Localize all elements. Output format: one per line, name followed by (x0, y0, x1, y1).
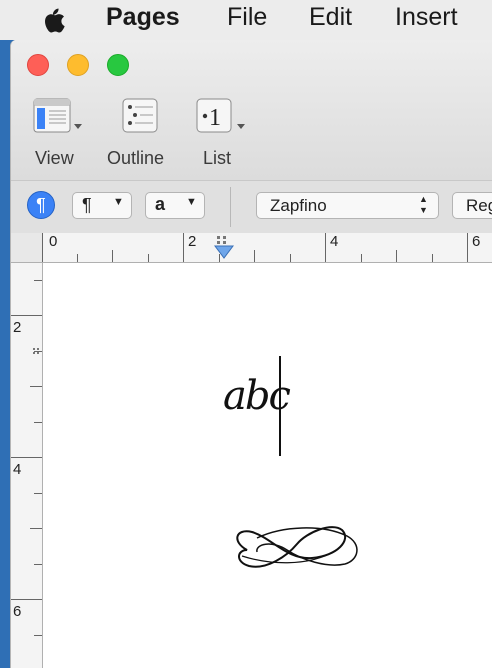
format-bar: ¶ ¶ ▼ a ▼ Zapfino ▲▼ Reg (11, 180, 492, 234)
character-style-popup[interactable]: a ▼ (145, 192, 205, 219)
title-bar: View Outline 1 List (11, 40, 492, 180)
toolbar-divider (230, 187, 231, 227)
ruler-major-tick (183, 233, 184, 262)
ruler-minor-tick (34, 280, 42, 281)
character-style-value: a (155, 194, 166, 214)
ruler-minor-tick (361, 254, 362, 262)
typeface-popup[interactable]: Reg (452, 192, 492, 219)
ruler-minor-tick (254, 250, 255, 262)
ruler-major-tick (325, 233, 326, 262)
paragraph-style-value: ¶ (82, 195, 92, 215)
chevron-down-icon: ▼ (186, 196, 197, 208)
ruler-minor-tick (432, 254, 433, 262)
ruler-major-tick (467, 233, 468, 262)
text-cursor (279, 356, 281, 456)
minimize-button[interactable] (67, 54, 89, 76)
font-family-popup[interactable]: Zapfino ▲ ▼ (256, 192, 439, 219)
ruler-minor-tick (34, 422, 42, 423)
ruler-corner (11, 233, 43, 263)
document-page[interactable]: abc (43, 263, 492, 668)
ruler-minor-tick (30, 528, 42, 529)
vertical-ruler[interactable]: 2 4 6 (11, 263, 43, 668)
font-family-value: Zapfino (270, 196, 327, 215)
indent-marker-icon[interactable] (214, 233, 234, 259)
top-margin-marker-icon[interactable] (32, 347, 42, 355)
ruler-major-tick (11, 457, 42, 458)
pilcrow-icon: ¶ (36, 195, 46, 215)
menu-edit[interactable]: Edit (309, 3, 352, 32)
ruler-number: 4 (330, 233, 339, 250)
ruler-minor-tick (112, 250, 113, 262)
horizontal-ruler[interactable]: 0 2 4 6 (42, 233, 492, 263)
ruler-minor-tick (30, 386, 42, 387)
paragraph-style-popup[interactable]: ¶ ▼ (72, 192, 132, 219)
ruler-minor-tick (290, 254, 291, 262)
close-button[interactable] (27, 54, 49, 76)
ruler-minor-tick (34, 493, 42, 494)
list-label: List (203, 148, 232, 168)
menu-pages[interactable]: Pages (106, 3, 180, 32)
menu-file[interactable]: File (227, 3, 267, 32)
outline-icon (122, 98, 158, 133)
typeface-value: Reg (466, 196, 492, 215)
paragraph-toggle-button[interactable]: ¶ (27, 191, 55, 219)
view-label: View (35, 148, 74, 168)
ruler-number: 6 (13, 603, 22, 620)
ruler-number: 2 (13, 319, 22, 336)
pages-window: View Outline 1 List ¶ ¶ ▼ a ▼ Zapfino ▲ … (10, 40, 492, 668)
ruler-number: 4 (13, 461, 22, 478)
ruler-minor-tick (396, 250, 397, 262)
ruler-number: 0 (49, 233, 58, 250)
ruler-minor-tick (34, 635, 42, 636)
ruler-minor-tick (77, 254, 78, 262)
apple-icon[interactable] (40, 5, 66, 35)
ruler-minor-tick (34, 564, 42, 565)
view-icon (33, 98, 82, 133)
ruler-major-tick (11, 315, 42, 316)
ruler-number: 6 (472, 233, 481, 250)
updown-chevron-icon: ▲ ▼ (419, 194, 428, 215)
list-icon: 1 (196, 98, 245, 133)
chevron-down-icon: ▼ (113, 196, 124, 208)
zoom-button[interactable] (107, 54, 129, 76)
ruler-minor-tick (148, 254, 149, 262)
menu-insert[interactable]: Insert (395, 3, 458, 32)
svg-text:1: 1 (209, 105, 221, 131)
ruler-major-tick (11, 599, 42, 600)
outline-label: Outline (107, 148, 165, 168)
ruler-number: 2 (188, 233, 197, 250)
ruler-major-tick (42, 233, 43, 262)
menu-bar: Pages File Edit Insert (0, 0, 492, 40)
flourish-ornament (236, 526, 358, 568)
